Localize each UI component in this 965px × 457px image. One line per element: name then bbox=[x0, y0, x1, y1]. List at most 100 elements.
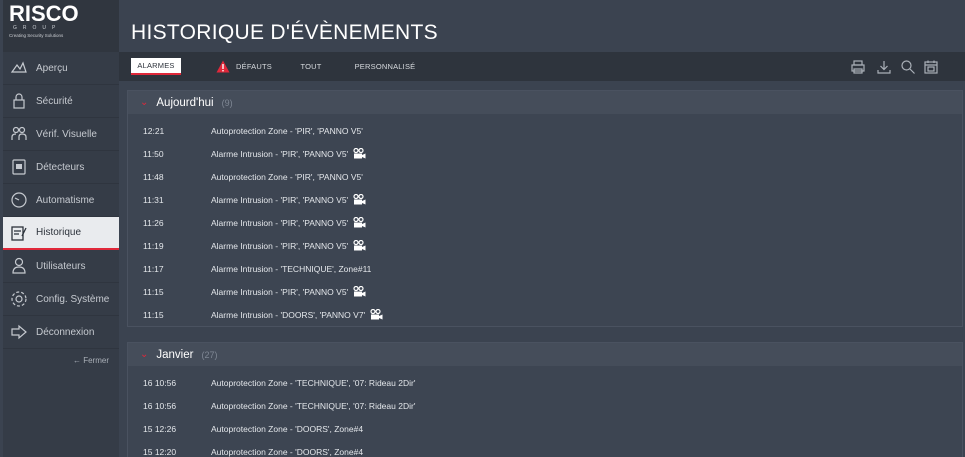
section-title: Janvier bbox=[156, 348, 194, 361]
warning-icon bbox=[216, 60, 230, 73]
sidebar-item-s-curit[interactable]: Sécurité bbox=[3, 85, 119, 118]
event-row[interactable]: 11:15 Alarme Intrusion - 'DOORS', 'PANNO … bbox=[128, 303, 962, 326]
sidebar: RISCO GROUP Creating Security Solutions … bbox=[3, 0, 119, 457]
event-time: 11:17 bbox=[143, 263, 164, 274]
detector-icon bbox=[8, 157, 30, 177]
sidebar-item-config-syst-me[interactable]: Config. Système bbox=[3, 283, 119, 316]
tab-defauts-label: DÉFAUTS bbox=[236, 62, 272, 71]
sidebar-item-label: Config. Système bbox=[36, 293, 110, 305]
event-time: 11:15 bbox=[143, 309, 164, 320]
tab-defauts[interactable]: DÉFAUTS bbox=[208, 58, 280, 75]
user-icon bbox=[8, 256, 30, 276]
clock-icon bbox=[8, 190, 30, 210]
logo-brand: RISCO bbox=[9, 1, 79, 26]
page-header: HISTORIQUE D'ÉVÈNEMENTS bbox=[119, 0, 965, 52]
section-janvier-header[interactable]: ⌄ Janvier (27) bbox=[128, 343, 962, 366]
event-time: 11:48 bbox=[143, 171, 164, 182]
section-today-header[interactable]: ⌄ Aujourd'hui (9) bbox=[128, 91, 962, 114]
sidebar-item-historique[interactable]: Historique bbox=[3, 217, 119, 250]
tab-tout[interactable]: TOUT bbox=[295, 58, 327, 75]
section-today: ⌄ Aujourd'hui (9) 12:21 Autoprotection Zo… bbox=[127, 90, 963, 327]
risco-logo[interactable]: RISCO GROUP Creating Security Solutions bbox=[3, 0, 119, 52]
section-janvier: ⌄ Janvier (27) 16 10:56 Autoprotection Zo… bbox=[127, 342, 963, 457]
event-row[interactable]: 11:15 Alarme Intrusion - 'PIR', 'PANNO V5… bbox=[128, 280, 962, 303]
event-row[interactable]: 12:21 Autoprotection Zone - 'PIR', 'PANNO… bbox=[128, 119, 962, 142]
tab-bar: ALARMES DÉFAUTS TOUT PERSONNALISÉ bbox=[119, 52, 965, 81]
event-time: 11:50 bbox=[143, 148, 164, 159]
event-row[interactable]: 11:17 Alarme Intrusion - 'TECHNIQUE', Zon… bbox=[128, 257, 962, 280]
event-row[interactable]: 11:31 Alarme Intrusion - 'PIR', 'PANNO V5… bbox=[128, 188, 962, 211]
calendar-icon[interactable] bbox=[923, 59, 939, 75]
logo-tagline: Creating Security Solutions bbox=[9, 33, 64, 38]
sidebar-item-aper-u[interactable]: Aperçu bbox=[3, 52, 119, 85]
chevron-down-icon: ⌄ bbox=[140, 349, 149, 360]
camera-icon[interactable] bbox=[353, 217, 366, 228]
event-time: 15 12:20 bbox=[143, 446, 177, 457]
camera-icon[interactable] bbox=[370, 309, 383, 320]
tab-alarmes[interactable]: ALARMES bbox=[131, 58, 181, 75]
event-time: 11:31 bbox=[143, 194, 164, 205]
app-window: RISCO GROUP Creating Security Solutions … bbox=[0, 0, 965, 457]
sidebar-nav: Aperçu Sécurité Vérif. Visuelle Détecteurs A… bbox=[3, 52, 119, 349]
camera-icon[interactable] bbox=[353, 148, 366, 159]
section-count: (27) bbox=[201, 349, 218, 360]
event-time: 11:26 bbox=[143, 217, 164, 228]
event-row[interactable]: 11:50 Alarme Intrusion - 'PIR', 'PANNO V5… bbox=[128, 142, 962, 165]
sidebar-item-label: Vérif. Visuelle bbox=[36, 128, 97, 140]
event-description: Autoprotection Zone - 'TECHNIQUE', '07: … bbox=[211, 400, 416, 411]
gear-icon bbox=[8, 289, 30, 309]
page-title: HISTORIQUE D'ÉVÈNEMENTS bbox=[131, 21, 438, 44]
event-row[interactable]: 16 10:56 Autoprotection Zone - 'TECHNIQUE… bbox=[128, 394, 962, 417]
camera-icon[interactable] bbox=[353, 240, 366, 251]
camera-icon[interactable] bbox=[353, 286, 366, 297]
event-time: 16 10:56 bbox=[143, 377, 177, 388]
event-time: 12:21 bbox=[143, 125, 165, 136]
sidebar-item-v-rif-visuelle[interactable]: Vérif. Visuelle bbox=[3, 118, 119, 151]
event-row[interactable]: 11:48 Autoprotection Zone - 'PIR', 'PANNO… bbox=[128, 165, 962, 188]
logout-icon bbox=[8, 322, 30, 342]
event-row[interactable]: 15 12:20 Autoprotection Zone - 'DOORS', Z… bbox=[128, 440, 962, 457]
sidebar-item-d-connexion[interactable]: Déconnexion bbox=[3, 316, 119, 349]
event-time: 11:19 bbox=[143, 240, 164, 251]
lock-icon bbox=[8, 91, 30, 111]
event-description: Autoprotection Zone - 'PIR', 'PANNO V5' bbox=[211, 171, 363, 182]
tab-personnalise-label: PERSONNALISÉ bbox=[354, 62, 416, 71]
event-description: Alarme Intrusion - 'PIR', 'PANNO V5' bbox=[211, 217, 349, 228]
sidebar-item-label: Automatisme bbox=[36, 194, 95, 206]
event-row[interactable]: 11:19 Alarme Intrusion - 'PIR', 'PANNO V5… bbox=[128, 234, 962, 257]
tab-personnalise[interactable]: PERSONNALISÉ bbox=[349, 58, 421, 75]
camera-icon[interactable] bbox=[353, 194, 366, 205]
event-time: 16 10:56 bbox=[143, 400, 177, 411]
event-row[interactable]: 16 10:56 Autoprotection Zone - 'TECHNIQUE… bbox=[128, 371, 962, 394]
history-icon bbox=[8, 223, 30, 243]
tab-tout-label: TOUT bbox=[300, 62, 322, 71]
event-description: Alarme Intrusion - 'DOORS', 'PANNO V7' bbox=[211, 309, 366, 320]
event-description: Autoprotection Zone - 'TECHNIQUE', '07: … bbox=[211, 377, 416, 388]
sidebar-item-label: Détecteurs bbox=[36, 161, 85, 173]
sidebar-item-label: Sécurité bbox=[36, 95, 73, 107]
event-list: 16 10:56 Autoprotection Zone - 'TECHNIQUE… bbox=[128, 366, 962, 457]
download-icon[interactable] bbox=[876, 59, 892, 75]
section-title: Aujourd'hui bbox=[156, 96, 214, 109]
event-description: Alarme Intrusion - 'PIR', 'PANNO V5' bbox=[211, 194, 349, 205]
event-description: Autoprotection Zone - 'DOORS', Zone#4 bbox=[211, 446, 364, 457]
event-description: Alarme Intrusion - 'PIR', 'PANNO V5' bbox=[211, 148, 349, 159]
section-count: (9) bbox=[221, 97, 233, 108]
sidebar-item-automatisme[interactable]: Automatisme bbox=[3, 184, 119, 217]
event-description: Autoprotection Zone - 'DOORS', Zone#4 bbox=[211, 423, 364, 434]
event-row[interactable]: 11:26 Alarme Intrusion - 'PIR', 'PANNO V5… bbox=[128, 211, 962, 234]
close-sidebar-link[interactable]: ← Fermer bbox=[73, 356, 109, 365]
sidebar-item-d-tecteurs[interactable]: Détecteurs bbox=[3, 151, 119, 184]
event-list: 12:21 Autoprotection Zone - 'PIR', 'PANNO… bbox=[128, 114, 962, 326]
event-description: Alarme Intrusion - 'PIR', 'PANNO V5' bbox=[211, 240, 349, 251]
overview-icon bbox=[8, 58, 30, 78]
sidebar-item-label: Historique bbox=[36, 227, 82, 238]
search-icon[interactable] bbox=[900, 59, 916, 75]
event-description: Autoprotection Zone - 'PIR', 'PANNO V5' bbox=[211, 125, 363, 136]
sidebar-item-utilisateurs[interactable]: Utilisateurs bbox=[3, 250, 119, 283]
event-description: Alarme Intrusion - 'PIR', 'PANNO V5' bbox=[211, 286, 349, 297]
event-time: 11:15 bbox=[143, 286, 164, 297]
print-icon[interactable] bbox=[850, 59, 866, 75]
people-icon bbox=[8, 124, 30, 144]
event-row[interactable]: 15 12:26 Autoprotection Zone - 'DOORS', Z… bbox=[128, 417, 962, 440]
